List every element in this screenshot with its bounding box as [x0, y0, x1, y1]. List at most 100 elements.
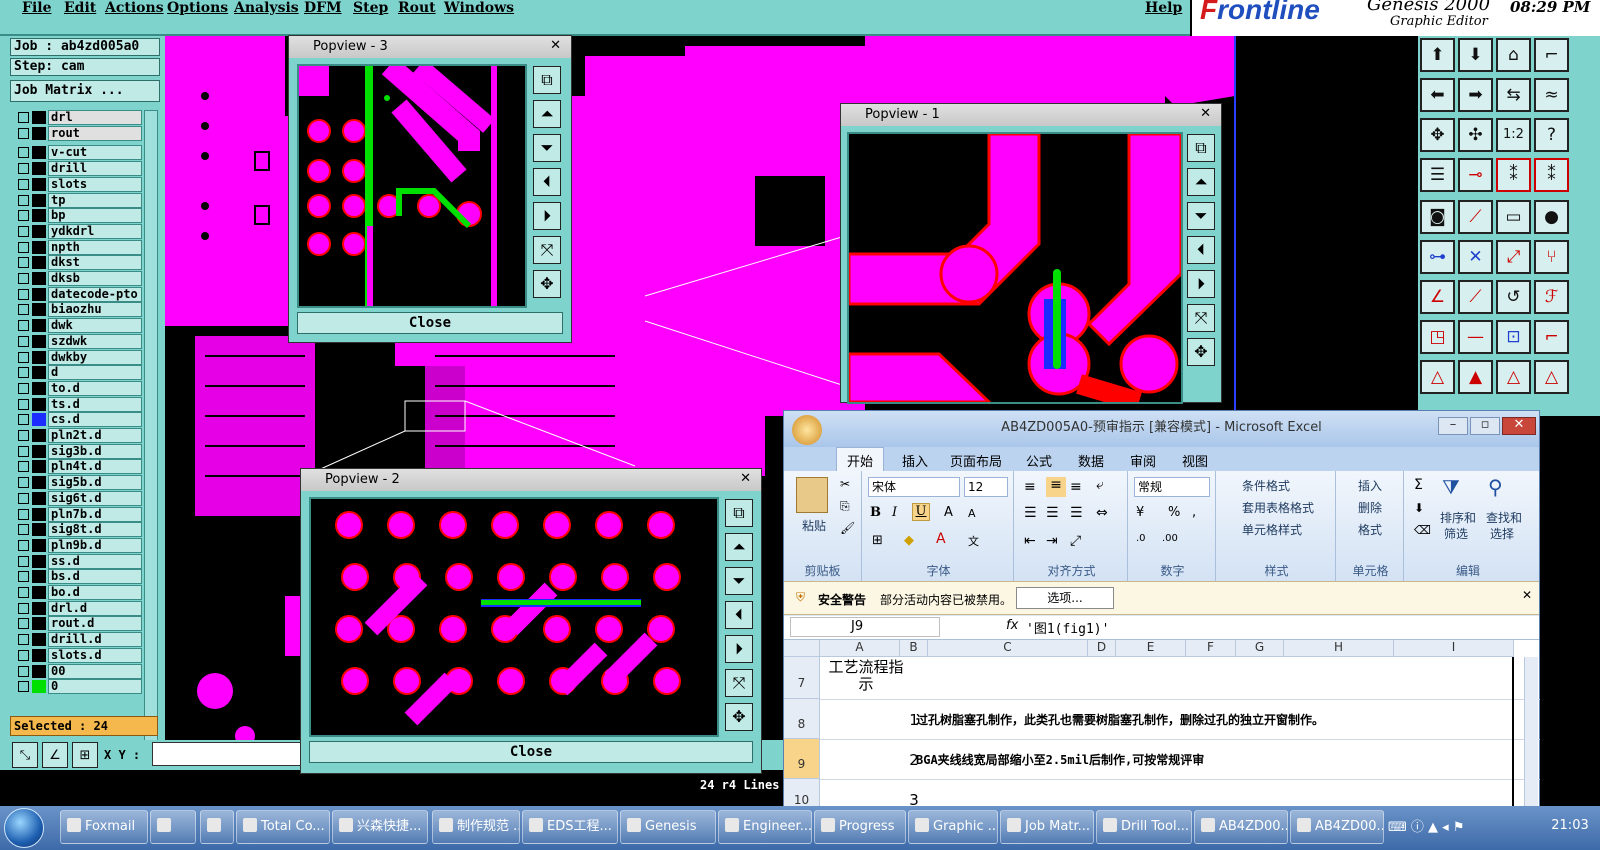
sort-label[interactable]: 排序和 [1440, 509, 1476, 526]
tool-arc-icon[interactable]: ↺ [1496, 280, 1531, 314]
layer-row[interactable]: ts.d [14, 396, 142, 412]
column-header[interactable]: F [1186, 640, 1236, 657]
popview-2-titlebar[interactable]: Popview - 2 ✕ [301, 469, 761, 491]
taskbar-item[interactable]: 兴森快捷... [332, 810, 428, 844]
layer-color-swatch[interactable] [32, 444, 46, 458]
layer-row[interactable]: drill.d [14, 632, 142, 648]
layer-row[interactable]: pln2t.d [14, 428, 142, 443]
layer-color-swatch[interactable] [32, 476, 46, 490]
layer-color-swatch[interactable] [32, 397, 46, 411]
taskbar-item[interactable] [150, 810, 196, 844]
tool-up-icon[interactable]: ⬆ [1420, 38, 1455, 72]
layer-checkbox[interactable] [18, 555, 29, 567]
layer-color-swatch[interactable] [32, 491, 46, 505]
layer-checkbox[interactable] [18, 539, 29, 551]
layer-row[interactable]: tp [14, 192, 142, 208]
layer-row[interactable]: datecode-pto [14, 286, 142, 302]
vertical-scrollbar[interactable] [1524, 657, 1538, 807]
zoom-tool-icon[interactable]: ⤡ [12, 742, 38, 768]
layer-color-swatch[interactable] [32, 350, 46, 364]
format-cells-button[interactable]: 格式 [1358, 521, 1382, 538]
layer-checkbox[interactable] [18, 257, 29, 269]
layer-checkbox[interactable] [18, 127, 29, 139]
fx-icon[interactable]: fx [1006, 618, 1018, 633]
cut-icon[interactable]: ✂ [840, 477, 850, 491]
tool-slash-icon[interactable]: ⟋ [1458, 280, 1493, 314]
layer-row[interactable]: drl.d [14, 600, 142, 616]
tool-triangle2-icon[interactable]: ▲ [1458, 360, 1493, 394]
layer-row[interactable]: dkst [14, 255, 142, 271]
taskbar-item[interactable]: Foxmail [60, 810, 148, 844]
tool-corner-icon[interactable]: ⌐ [1534, 320, 1569, 354]
layer-color-swatch[interactable] [32, 162, 46, 176]
pv1-pan-right-icon[interactable]: ⏵ [1187, 270, 1215, 298]
taskbar-item[interactable]: Drill Tool... [1096, 810, 1192, 844]
spreadsheet-grid[interactable]: A B C D E F G H I 7 工艺流程指示 8 1 过孔树脂塞孔制作，此类孔也需要树脂塞孔制作，… [784, 640, 1540, 812]
taskbar-item[interactable]: Engineer... [718, 810, 812, 844]
pv3-zoom-icon[interactable]: ⧉ [533, 66, 561, 94]
grow-font-icon[interactable]: A [944, 505, 953, 520]
layer-checkbox[interactable] [18, 524, 29, 536]
tool-triangle4-icon[interactable]: △ [1534, 360, 1569, 394]
pv3-pan-left-icon[interactable]: ⏴ [533, 168, 561, 196]
tool-square-icon[interactable]: ◳ [1420, 320, 1455, 354]
layer-color-swatch[interactable] [32, 256, 46, 270]
layer-row[interactable]: drill [14, 161, 142, 177]
layer-color-swatch[interactable] [32, 617, 46, 631]
pv3-pan-right-icon[interactable]: ⏵ [533, 202, 561, 230]
layer-color-swatch[interactable] [32, 272, 46, 285]
fill-icon[interactable]: ⬇ [1414, 501, 1424, 515]
popview-1-close-icon[interactable]: ✕ [1200, 103, 1211, 125]
tool-left-icon[interactable]: ⬅ [1420, 78, 1455, 112]
layer-checkbox[interactable] [18, 351, 29, 363]
align-middle-icon[interactable]: ≡ [1046, 477, 1066, 497]
layer-color-swatch[interactable] [32, 601, 46, 615]
layer-checkbox[interactable] [18, 477, 29, 489]
tool-f-icon[interactable]: ℱ [1534, 280, 1569, 314]
number-format-select[interactable]: 常规 [1134, 477, 1210, 497]
taskbar-item[interactable]: Total Co... [236, 810, 330, 844]
orientation-icon[interactable]: ⤢ [1070, 533, 1081, 549]
layer-checkbox[interactable] [18, 414, 29, 426]
menu-windows[interactable]: Windows [444, 0, 514, 16]
layer-color-swatch[interactable] [32, 429, 46, 442]
pv2-pan-right-icon[interactable]: ⏵ [725, 635, 753, 663]
tab-home[interactable]: 开始 [836, 447, 885, 471]
pv1-pan-left-icon[interactable]: ⏴ [1187, 236, 1215, 264]
layer-scrollbar[interactable] [144, 110, 158, 750]
align-left-icon[interactable]: ☰ [1024, 505, 1037, 521]
layer-row[interactable]: biaozhu [14, 302, 142, 318]
menu-step[interactable]: Step [353, 0, 388, 16]
taskbar-item[interactable]: Job Matr... [1000, 810, 1094, 844]
layer-checkbox[interactable] [18, 508, 29, 520]
layer-color-swatch[interactable] [32, 334, 46, 348]
layer-color-swatch[interactable] [32, 538, 46, 552]
layer-checkbox[interactable] [18, 320, 29, 332]
column-header[interactable]: I [1394, 640, 1514, 657]
layer-color-swatch[interactable] [32, 413, 46, 427]
layer-row[interactable]: drl [14, 110, 142, 125]
tab-formulas[interactable]: 公式 [1026, 451, 1052, 470]
layer-checkbox[interactable] [18, 571, 29, 583]
layer-checkbox[interactable] [18, 178, 29, 190]
layer-checkbox[interactable] [18, 382, 29, 394]
tool-nodes-icon[interactable]: ⊶ [1420, 240, 1455, 274]
fill-color-icon[interactable]: ◆ [904, 533, 914, 548]
align-bottom-icon[interactable]: ≡ [1070, 479, 1082, 495]
layer-row[interactable]: sig5b.d [14, 475, 142, 491]
tab-data[interactable]: 数据 [1078, 451, 1104, 470]
menu-options[interactable]: Options [167, 0, 228, 16]
tool-flip-icon[interactable]: ⇆ [1496, 78, 1531, 112]
row-header[interactable]: 9 [784, 739, 820, 779]
autosum-icon[interactable]: Σ [1414, 477, 1423, 493]
security-options-button[interactable]: 选项... [1016, 587, 1114, 609]
pv2-pan-left-icon[interactable]: ⏴ [725, 601, 753, 629]
layer-color-swatch[interactable] [32, 146, 46, 160]
layer-color-swatch[interactable] [32, 523, 46, 537]
column-header[interactable]: H [1284, 640, 1394, 657]
border-icon[interactable]: ⊞ [872, 533, 883, 548]
tool-triangle-icon[interactable]: △ [1420, 360, 1455, 394]
menu-actions[interactable]: Actions [105, 0, 164, 16]
pv2-pan-up-icon[interactable]: ⏶ [725, 533, 753, 561]
tool-pad-icon[interactable]: ◙ [1420, 200, 1455, 234]
